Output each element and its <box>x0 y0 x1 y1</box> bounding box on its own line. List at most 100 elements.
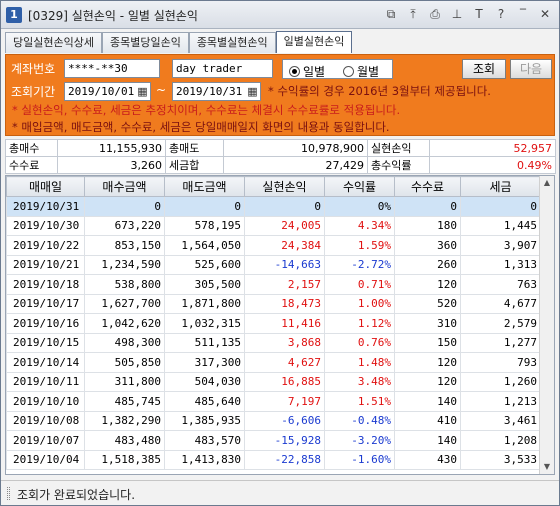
radio-monthly[interactable]: 월별 <box>343 63 379 80</box>
table-cell: 525,600 <box>164 254 245 275</box>
total-sell-label: 총매도 <box>165 139 224 157</box>
table-cell: 1,032,315 <box>164 313 245 334</box>
status-bar: 조회가 완료되었습니다. <box>1 480 559 505</box>
table-cell: 24,384 <box>244 235 325 256</box>
table-row[interactable]: 2019/10/15 498,300 511,135 3,868 0.76% 150 1,2… <box>6 332 541 353</box>
table-cell: 317,300 <box>164 352 245 373</box>
table-row[interactable]: 2019/10/10 485,745 485,640 7,197 1.51% 140 1,2… <box>6 391 541 412</box>
column-header[interactable]: 수수료 <box>394 176 461 197</box>
vertical-scrollbar[interactable]: ▲ ▼ <box>539 176 554 474</box>
period-type-radio-group: 일별 월별 <box>282 59 393 79</box>
table-cell: 1,313 <box>460 254 541 275</box>
pin-top-icon[interactable]: ⤒ <box>405 6 421 23</box>
table-cell: -1.60% <box>324 449 395 470</box>
column-header[interactable]: 세금 <box>460 176 541 197</box>
tab-2[interactable]: 종목별실현손익 <box>188 32 276 53</box>
scroll-up-icon[interactable]: ▲ <box>540 176 554 190</box>
calendar-icon[interactable]: ▦ <box>245 83 260 100</box>
text-icon[interactable]: T <box>471 6 487 23</box>
table-row[interactable]: 2019/10/22 853,150 1,564,050 24,384 1.59% 360… <box>6 235 541 256</box>
table-row[interactable]: 2019/10/04 1,518,385 1,413,830 -22,858 -1.60… <box>6 449 541 470</box>
window-title: [0329] 실현손익 - 일별 실현손익 <box>28 9 198 23</box>
calendar-icon[interactable]: ▦ <box>135 83 150 100</box>
table-cell: 150 <box>394 332 461 353</box>
account-name-field: day trader <box>172 59 273 78</box>
notice-estimate: * 실현손익, 수수료, 세금은 추정치이며, 수수료는 체결시 수수료률로 적… <box>12 103 401 117</box>
date-range-tilde: ~ <box>156 83 167 97</box>
total-yield-value: 0.49% <box>429 156 556 174</box>
account-label: 계좌번호 <box>11 62 56 76</box>
table-cell: 7,197 <box>244 391 325 412</box>
table-row[interactable]: 2019/10/07 483,480 483,570 -15,928 -3.20% 140… <box>6 430 541 451</box>
daily-pl-grid[interactable]: 매매일 매수금액 매도금액 실현손익 수익률 수수료 세금 2019/10/31 0 0 0 0% 0… <box>5 175 555 475</box>
table-cell: 4.34% <box>324 215 395 236</box>
grid-header-row: 매매일 매수금액 매도금액 실현손익 수익률 수수료 세금 <box>6 176 541 197</box>
pin-icon[interactable]: ⊥ <box>449 6 465 23</box>
help-icon[interactable]: ? <box>493 6 509 23</box>
table-row[interactable]: 2019/10/18 538,800 305,500 2,157 0.71% 120 763 <box>6 274 541 295</box>
tab-3[interactable]: 일별실현손익 <box>275 31 353 53</box>
table-row[interactable]: 2019/10/11 311,800 504,030 16,885 3.48% 120 1,… <box>6 371 541 392</box>
account-number-input[interactable]: ****-**30 <box>64 59 160 78</box>
table-cell: 0 <box>244 196 325 217</box>
column-header[interactable]: 실현손익 <box>244 176 325 197</box>
table-cell: 1,518,385 <box>84 449 165 470</box>
column-header[interactable]: 매매일 <box>6 176 85 197</box>
table-cell: 2019/10/14 <box>6 352 85 373</box>
table-cell: 1,042,620 <box>84 313 165 334</box>
table-cell: 120 <box>394 274 461 295</box>
table-cell: 260 <box>394 254 461 275</box>
table-row[interactable]: 2019/10/31 0 0 0 0% 0 0 <box>6 196 541 217</box>
table-row[interactable]: 2019/10/17 1,627,700 1,871,800 18,473 1.00% 5… <box>6 293 541 314</box>
table-cell: 360 <box>394 235 461 256</box>
table-cell: 1,871,800 <box>164 293 245 314</box>
table-cell: 410 <box>394 410 461 431</box>
tab-1[interactable]: 종목별당일손익 <box>101 32 189 53</box>
total-buy-value: 11,155,930 <box>57 139 166 157</box>
minimize-icon[interactable]: ‾ <box>515 6 531 23</box>
table-cell: 504,030 <box>164 371 245 392</box>
table-cell: 2019/10/15 <box>6 332 85 353</box>
print-icon[interactable]: ⎙ <box>427 6 443 23</box>
table-cell: 1,208 <box>460 430 541 451</box>
table-cell: 140 <box>394 391 461 412</box>
title-bar[interactable]: 1 [0329] 실현손익 - 일별 실현손익 ⧉ ⤒ ⎙ ⊥ T? ‾ ✕ <box>1 1 559 29</box>
next-button[interactable]: 다음 <box>510 59 552 79</box>
tax-value: 27,429 <box>223 156 368 174</box>
query-button[interactable]: 조회 <box>462 59 506 79</box>
table-cell: 1,564,050 <box>164 235 245 256</box>
table-row[interactable]: 2019/10/16 1,042,620 1,032,315 11,416 1.12% 3… <box>6 313 541 334</box>
close-icon[interactable]: ✕ <box>537 6 553 23</box>
table-cell: 483,570 <box>164 430 245 451</box>
status-grip-icon <box>7 487 10 500</box>
table-cell: 520 <box>394 293 461 314</box>
radio-daily-dot <box>289 66 300 77</box>
table-cell: 180 <box>394 215 461 236</box>
table-cell: 311,800 <box>84 371 165 392</box>
window-restore-icon[interactable]: ⧉ <box>383 6 399 23</box>
notice-yield: * 수익률의 경우 2016년 3월부터 제공됩니다. <box>268 84 491 98</box>
fee-value: 3,260 <box>57 156 166 174</box>
scroll-down-icon[interactable]: ▼ <box>540 460 554 474</box>
title-bar-icons: ⧉ ⤒ ⎙ ⊥ T? ‾ ✕ <box>383 6 553 23</box>
table-cell: 2019/10/11 <box>6 371 85 392</box>
column-header[interactable]: 매수금액 <box>84 176 165 197</box>
notice-consistency: * 매입금액, 매도금액, 수수료, 세금은 당일매매일지 화면의 내용과 동일… <box>12 120 390 134</box>
table-row[interactable]: 2019/10/21 1,234,590 525,600 -14,663 -2.72% 2… <box>6 254 541 275</box>
table-row[interactable]: 2019/10/08 1,382,290 1,385,935 -6,606 -0.48%… <box>6 410 541 431</box>
table-row[interactable]: 2019/10/30 673,220 578,195 24,005 4.34% 180 1,… <box>6 215 541 236</box>
table-cell: 1.12% <box>324 313 395 334</box>
radio-daily[interactable]: 일별 <box>289 63 325 80</box>
table-cell: 505,850 <box>84 352 165 373</box>
column-header[interactable]: 수익률 <box>324 176 395 197</box>
app-window: 1 [0329] 실현손익 - 일별 실현손익 ⧉ ⤒ ⎙ ⊥ T? ‾ ✕ 당일실현손익상… <box>0 0 560 506</box>
table-cell: 0 <box>394 196 461 217</box>
table-row[interactable]: 2019/10/14 505,850 317,300 4,627 1.48% 120 793 <box>6 352 541 373</box>
table-cell: -2.72% <box>324 254 395 275</box>
table-cell: 1.00% <box>324 293 395 314</box>
table-cell: 2019/10/04 <box>6 449 85 470</box>
column-header[interactable]: 매도금액 <box>164 176 245 197</box>
table-cell: 1,382,290 <box>84 410 165 431</box>
tab-0[interactable]: 당일실현손익상세 <box>5 32 102 53</box>
table-cell: 1.51% <box>324 391 395 412</box>
